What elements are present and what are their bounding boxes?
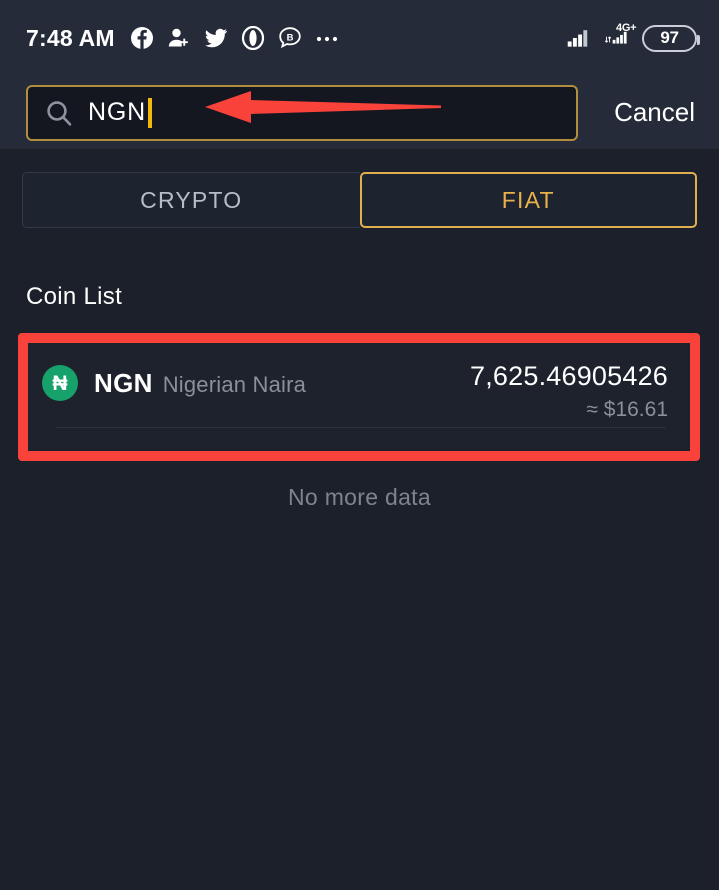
- no-more-data-label: No more data: [288, 484, 431, 510]
- coin-symbol: NGN: [94, 367, 153, 398]
- cancel-button[interactable]: Cancel: [614, 97, 701, 128]
- coin-fiat-value: ≈ $16.61: [586, 398, 668, 421]
- network-type-label: 4G+: [616, 22, 637, 34]
- tab-fiat[interactable]: FIAT: [359, 172, 697, 228]
- status-bar-right: 4G+ 97: [566, 22, 700, 52]
- tab-crypto[interactable]: CRYPTO: [22, 172, 360, 228]
- naira-coin-icon: ₦: [42, 365, 78, 401]
- twitter-icon: [203, 25, 229, 51]
- coin-balance: 7,625.46905426 ≈ $16.61: [470, 361, 668, 422]
- asset-type-tabs: CRYPTO FIAT: [22, 172, 697, 228]
- opera-icon: [240, 25, 266, 51]
- signal-bars-icon: [566, 25, 592, 51]
- person-add-icon: [166, 25, 192, 51]
- tab-crypto-label: CRYPTO: [140, 186, 243, 213]
- status-bar: 7:48 AM B 4G+ 97: [0, 0, 719, 76]
- coin-identity: ₦ NGN Nigerian Naira: [42, 361, 306, 401]
- battery-level-label: 97: [660, 28, 679, 47]
- battery-indicator: 97: [642, 24, 700, 52]
- list-item-divider: [56, 427, 666, 428]
- search-row: NGN Cancel: [0, 76, 719, 149]
- facebook-icon: [129, 25, 155, 51]
- coin-amount: 7,625.46905426: [470, 361, 668, 391]
- svg-text:B: B: [286, 33, 293, 44]
- status-bar-left: 7:48 AM B: [26, 25, 340, 52]
- search-input[interactable]: NGN: [26, 84, 578, 141]
- coin-name: Nigerian Naira: [162, 371, 307, 397]
- text-caret: [147, 97, 152, 128]
- list-item[interactable]: ₦ NGN Nigerian Naira 7,625.46905426 ≈ $16…: [28, 343, 690, 449]
- top-chrome: 7:48 AM B 4G+ 97 NGN Cancel: [0, 0, 719, 149]
- search-field[interactable]: NGN: [88, 97, 560, 128]
- more-notifications-icon: [314, 25, 340, 51]
- coin-labels: NGN Nigerian Naira: [94, 368, 306, 399]
- search-icon: [44, 98, 74, 128]
- page-title: Coin List: [26, 283, 123, 310]
- binance-chat-icon: B: [277, 25, 303, 51]
- phone-screen: 7:48 AM B 4G+ 97 NGN Cancel CRYPTO FIAT …: [0, 0, 719, 890]
- status-bar-clock: 7:48 AM: [26, 24, 115, 51]
- tab-fiat-label: FIAT: [501, 186, 555, 213]
- search-input-value: NGN: [88, 98, 146, 126]
- mobile-data-indicator: 4G+: [604, 22, 637, 51]
